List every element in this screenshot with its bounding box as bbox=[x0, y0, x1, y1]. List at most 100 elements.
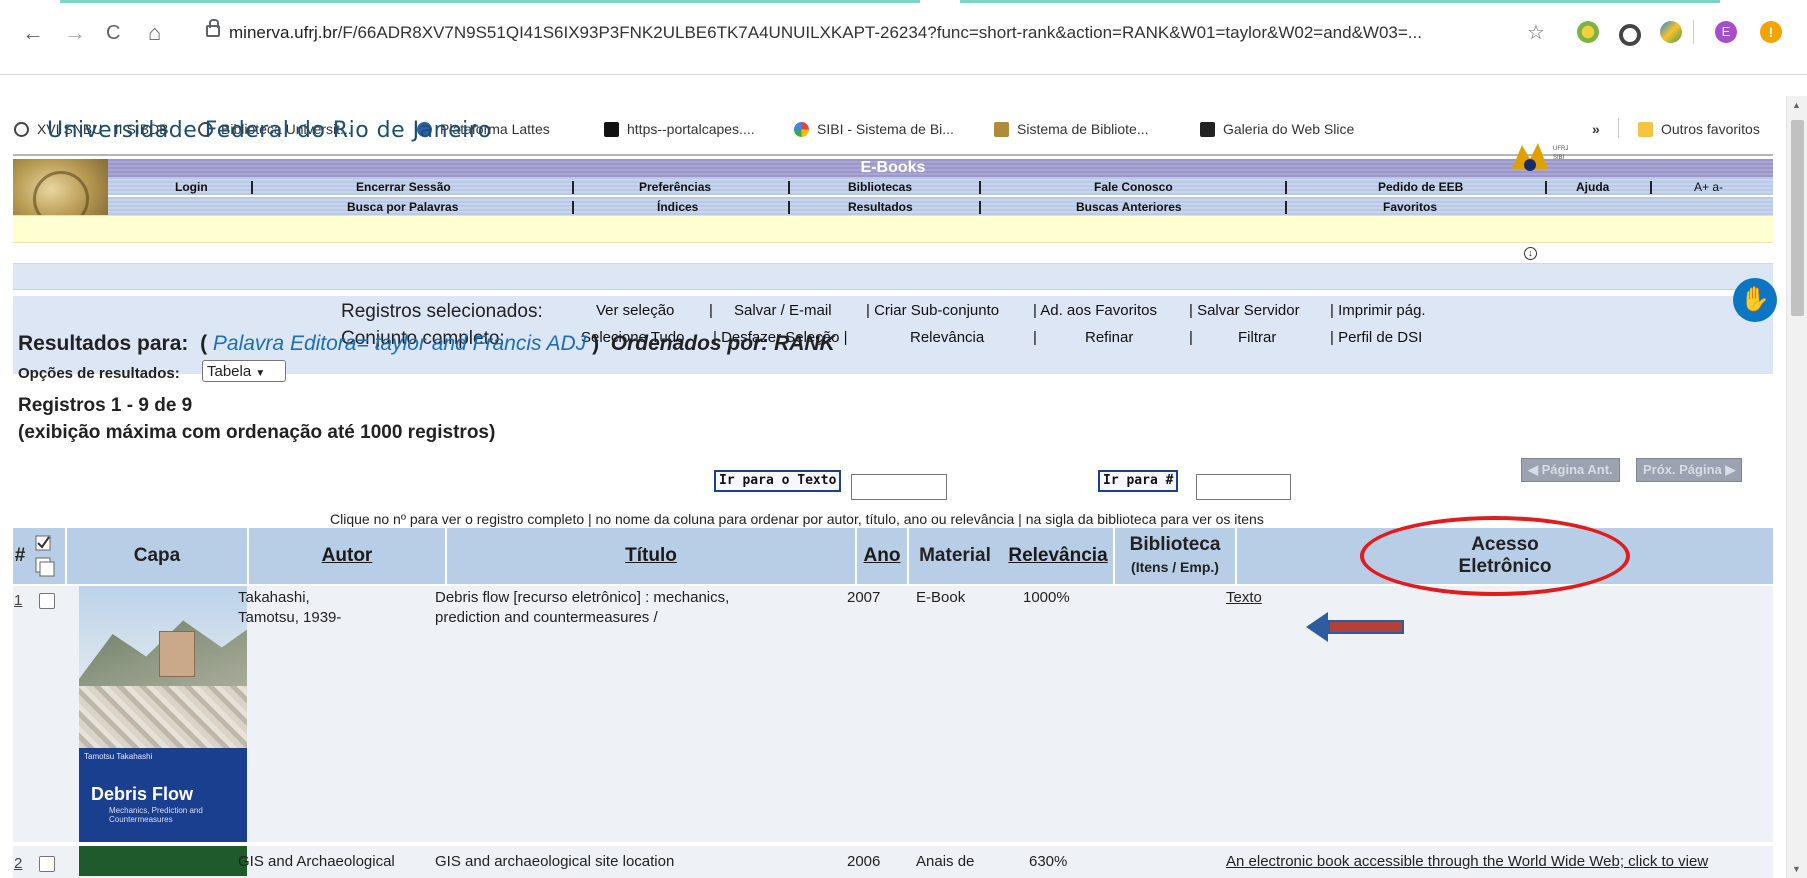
menu-separator bbox=[572, 201, 574, 214]
table-row: 2 GIS and Archaeological GIS and archaeo… bbox=[13, 846, 1773, 878]
cover-building bbox=[159, 631, 195, 677]
selected-records-label: Registros selecionados: bbox=[341, 301, 543, 322]
scroll-up-icon[interactable]: ▲ bbox=[1792, 100, 1801, 110]
table-row: 1 Tamotsu Takahashi Debris Flow Mechanic… bbox=[13, 586, 1773, 842]
add-favorites-link[interactable]: | Ad. aos Favoritos bbox=[1033, 302, 1157, 319]
view-selection-link[interactable]: Ver seleção bbox=[596, 302, 674, 319]
menu-separator bbox=[979, 201, 981, 214]
menu-preferences[interactable]: Preferências bbox=[639, 180, 711, 194]
back-button[interactable]: ← bbox=[22, 22, 44, 44]
dsi-profile-link[interactable]: | Perfil de DSI bbox=[1330, 329, 1422, 346]
col-year-sort[interactable]: Ano bbox=[857, 528, 907, 584]
menu-keyword-search[interactable]: Busca por Palavras bbox=[347, 200, 458, 214]
home-button[interactable]: ⌂ bbox=[148, 22, 161, 44]
goto-number-input[interactable] bbox=[1196, 474, 1291, 500]
menu-separator bbox=[1545, 181, 1547, 194]
col-title-sort[interactable]: Título bbox=[447, 528, 855, 584]
separator-band bbox=[13, 263, 1773, 290]
filter-link[interactable]: Filtrar bbox=[1238, 329, 1276, 346]
menu-help[interactable]: Ajuda bbox=[1576, 180, 1609, 194]
access-link[interactable]: An electronic book accessible through th… bbox=[1226, 852, 1708, 872]
menu-eeb-request[interactable]: Pedido de EEB bbox=[1378, 180, 1463, 194]
profile-avatar[interactable]: E bbox=[1715, 21, 1737, 43]
chevron-down-icon: ▼ bbox=[255, 368, 266, 379]
cover-title: Debris Flow bbox=[91, 784, 194, 804]
refine-link[interactable]: Refinar bbox=[1085, 329, 1133, 346]
results-for: Resultados para: ( Palavra Editora= tayl… bbox=[18, 332, 835, 355]
cover-panel: Tamotsu Takahashi Debris Flow Mechanics,… bbox=[79, 748, 247, 842]
page-content: Universidade Federal do Rio de Janeiro E… bbox=[0, 96, 1785, 878]
results-format-select[interactable]: Tabela ▼ bbox=[202, 360, 286, 382]
reload-button[interactable]: C bbox=[106, 22, 120, 44]
extension-color-icon[interactable] bbox=[1660, 21, 1682, 43]
book-cover[interactable]: Tamotsu Takahashi Debris Flow Mechanics,… bbox=[79, 586, 247, 842]
accessibility-hand-icon[interactable]: ✋ bbox=[1733, 278, 1777, 322]
next-page-button[interactable]: Próx. Página ▶ bbox=[1636, 458, 1743, 482]
relevance-link[interactable]: Relevância bbox=[910, 329, 984, 346]
material-cell: E-Book bbox=[916, 589, 966, 606]
menu-separator bbox=[1285, 201, 1287, 214]
separator: | bbox=[709, 302, 713, 319]
sibi-logo-text: UFRJ SIBI bbox=[1553, 146, 1569, 161]
url-host: minerva.ufrj.br bbox=[229, 23, 338, 42]
record-checkbox[interactable] bbox=[39, 593, 55, 609]
goto-text-input[interactable] bbox=[851, 474, 947, 500]
page-scrollbar[interactable]: ▲ ▼ bbox=[1786, 96, 1807, 878]
menu-libraries[interactable]: Bibliotecas bbox=[848, 180, 912, 194]
toolbar-divider bbox=[1693, 20, 1694, 44]
menu-favorites[interactable]: Favoritos bbox=[1383, 200, 1437, 214]
menu-separator bbox=[1285, 181, 1287, 194]
ordered-by: Ordenados por: RANK bbox=[610, 332, 835, 355]
author-cell: GIS and Archaeological bbox=[238, 853, 395, 870]
forward-button[interactable]: → bbox=[64, 22, 86, 44]
bookmark-star-icon[interactable]: ☆ bbox=[1527, 22, 1545, 44]
goto-number-button[interactable]: Ir para # bbox=[1098, 470, 1179, 492]
menu-contact[interactable]: Fale Conosco bbox=[1094, 180, 1173, 194]
record-number-link[interactable]: 1 bbox=[14, 591, 22, 611]
tab-accent bbox=[960, 0, 1720, 3]
cover-subtitle: Mechanics, Prediction and Countermeasure… bbox=[109, 806, 203, 824]
book-cover[interactable] bbox=[79, 846, 247, 876]
extension-icon[interactable] bbox=[1577, 21, 1599, 43]
col-library: Biblioteca (Itens / Emp.) bbox=[1129, 534, 1221, 575]
goto-text-button[interactable]: Ir para o Texto bbox=[714, 470, 842, 492]
menu-separator bbox=[788, 201, 790, 214]
menu-font-size[interactable]: A+ a- bbox=[1694, 180, 1723, 194]
save-server-link[interactable]: | Salvar Servidor bbox=[1189, 302, 1300, 319]
menu-indexes[interactable]: Índices bbox=[657, 200, 698, 214]
address-bar[interactable]: minerva.ufrj.br/F/66ADR8XV7N9S51QI41S6IX… bbox=[229, 23, 1422, 43]
create-subset-link[interactable]: | Criar Sub-conjunto bbox=[866, 302, 999, 319]
results-options-label: Opções de resultados: bbox=[18, 365, 180, 382]
top-menu: E-Books Login Encerrar Sessão Preferênci… bbox=[13, 143, 1773, 260]
update-alert-icon[interactable]: ! bbox=[1760, 21, 1782, 43]
menu-separator bbox=[572, 181, 574, 194]
cover-author: Tamotsu Takahashi bbox=[84, 752, 153, 761]
relevance-cell: 1000% bbox=[1023, 589, 1070, 606]
info-circle-icon[interactable]: ↓ bbox=[1524, 247, 1537, 260]
menu-previous-searches[interactable]: Buscas Anteriores bbox=[1076, 200, 1182, 214]
menu-login[interactable]: Login bbox=[175, 180, 208, 194]
title-cell: GIS and archaeological site location bbox=[435, 853, 675, 870]
lock-icon[interactable] bbox=[206, 19, 220, 37]
col-relevance-sort[interactable]: Relevância bbox=[1003, 528, 1113, 584]
record-number-link[interactable]: 2 bbox=[14, 854, 22, 874]
scroll-thumb[interactable] bbox=[1791, 120, 1804, 316]
results-hint: Clique no nº para ver o registro complet… bbox=[330, 511, 1264, 527]
record-checkbox[interactable] bbox=[39, 856, 55, 872]
menu-results[interactable]: Resultados bbox=[848, 200, 913, 214]
scroll-down-icon[interactable]: ▼ bbox=[1792, 864, 1801, 874]
pointer-arrow-icon bbox=[1306, 612, 1404, 642]
next-arrow-icon: ▶ bbox=[1725, 462, 1736, 477]
cover-rubble bbox=[79, 686, 247, 748]
access-text-link[interactable]: Texto bbox=[1226, 588, 1262, 608]
col-author-sort[interactable]: Autor bbox=[249, 528, 445, 584]
menu-logout[interactable]: Encerrar Sessão bbox=[356, 180, 451, 194]
year-cell: 2006 bbox=[847, 853, 881, 870]
extension-circle-icon[interactable] bbox=[1619, 24, 1641, 46]
print-page-link[interactable]: | Imprimir pág. bbox=[1330, 302, 1426, 319]
select-all-checkbox-icon[interactable] bbox=[29, 528, 63, 584]
separator: | bbox=[1189, 329, 1193, 346]
save-email-link[interactable]: Salvar / E-mail bbox=[734, 302, 832, 319]
highlight-oval bbox=[1360, 516, 1630, 596]
prev-page-button[interactable]: ◀ Página Ant. bbox=[1521, 458, 1620, 482]
